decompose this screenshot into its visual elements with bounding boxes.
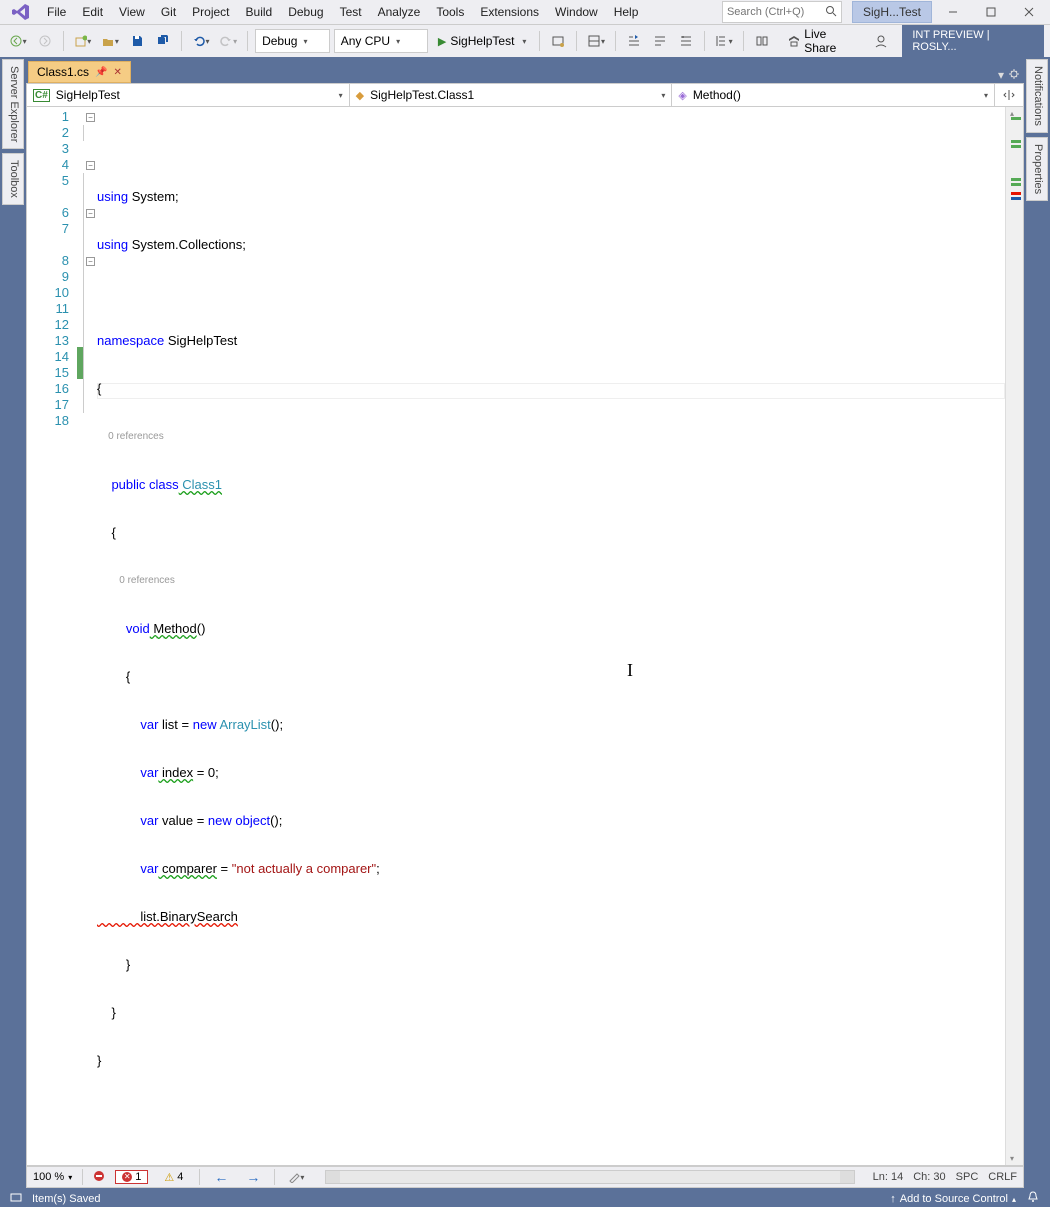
warning-count[interactable]: ⚠4 bbox=[158, 1171, 189, 1184]
nav-prev-issue[interactable]: ← bbox=[210, 1169, 232, 1185]
status-mode-icon bbox=[10, 1191, 22, 1206]
menu-bar: File Edit View Git Project Build Debug T… bbox=[0, 0, 1050, 24]
open-button[interactable]: ▾ bbox=[98, 29, 122, 53]
split-editor-button[interactable] bbox=[995, 84, 1023, 106]
notifications-bell-icon[interactable] bbox=[1026, 1190, 1040, 1207]
close-tab-icon[interactable]: ✕ bbox=[113, 67, 121, 78]
line-indicator[interactable]: Ln: 14 bbox=[873, 1171, 904, 1183]
solution-title: SigH...Test bbox=[852, 1, 932, 23]
horizontal-scrollbar[interactable] bbox=[325, 1170, 854, 1184]
status-bar: Item(s) Saved ↑Add to Source Control▴ bbox=[0, 1190, 1050, 1207]
nav-next-issue[interactable]: → bbox=[242, 1169, 264, 1185]
zoom-combo[interactable]: 100 %▾ bbox=[33, 1171, 72, 1183]
nav-back-button[interactable]: ▾ bbox=[6, 29, 30, 53]
search-icon[interactable] bbox=[825, 5, 837, 20]
feedback-button[interactable] bbox=[870, 29, 892, 53]
search-box[interactable] bbox=[722, 1, 842, 23]
menu-file[interactable]: File bbox=[40, 1, 73, 23]
nav-member-label: Method() bbox=[693, 88, 741, 102]
redo-button[interactable]: ▾ bbox=[216, 29, 240, 53]
file-tab-row: Class1.cs 📌 ✕ ▾ bbox=[26, 59, 1024, 83]
menu-git[interactable]: Git bbox=[154, 1, 183, 23]
start-debug-button[interactable]: ▶SigHelpTest▾ bbox=[432, 29, 533, 53]
new-project-button[interactable]: ▾ bbox=[71, 29, 95, 53]
pen-icon[interactable]: ▾ bbox=[285, 1165, 307, 1189]
properties-tab[interactable]: Properties bbox=[1026, 137, 1048, 201]
menu-analyze[interactable]: Analyze bbox=[371, 1, 428, 23]
undo-button[interactable]: ▾ bbox=[189, 29, 213, 53]
left-side-tabs: Server Explorer Toolbox bbox=[0, 57, 26, 1190]
outlining-margin[interactable]: − − − − bbox=[83, 107, 97, 1165]
main-toolbar: ▾ ▾ ▾ ▾ ▾ Debug▾ Any CPU▾ ▶SigHelpTest▾ … bbox=[0, 24, 1050, 57]
code-editor[interactable]: 12345 67 89101112131415161718 − − − − us… bbox=[26, 107, 1024, 1166]
nav-fwd-button[interactable] bbox=[34, 29, 56, 53]
line-numbers: 12345 67 89101112131415161718 bbox=[27, 107, 77, 1165]
menu-project[interactable]: Project bbox=[185, 1, 236, 23]
file-tab-label: Class1.cs bbox=[37, 65, 89, 79]
file-tab-class1[interactable]: Class1.cs 📌 ✕ bbox=[28, 61, 131, 83]
vs-logo-icon bbox=[10, 1, 32, 23]
platform-combo[interactable]: Any CPU▾ bbox=[334, 29, 428, 53]
maximize-button[interactable] bbox=[974, 0, 1008, 24]
class-icon: ◆ bbox=[356, 89, 364, 102]
menu-extensions[interactable]: Extensions bbox=[473, 1, 546, 23]
nav-type-label: SigHelpTest.Class1 bbox=[370, 88, 474, 102]
save-all-button[interactable] bbox=[152, 29, 174, 53]
editor-area: Class1.cs 📌 ✕ ▾ C# SigHelpTest ▾ ◆ SigHe… bbox=[26, 59, 1024, 1188]
toolbar-btn-5[interactable] bbox=[675, 29, 697, 53]
close-button[interactable] bbox=[1012, 0, 1046, 24]
col-indicator[interactable]: Ch: 30 bbox=[913, 1171, 945, 1183]
error-count[interactable]: ✕1 bbox=[115, 1170, 148, 1184]
menu-view[interactable]: View bbox=[112, 1, 152, 23]
health-icon[interactable] bbox=[93, 1170, 105, 1185]
menu-help[interactable]: Help bbox=[607, 1, 646, 23]
document-well: Server Explorer Toolbox Class1.cs 📌 ✕ ▾ … bbox=[0, 57, 1050, 1190]
navigation-bar: C# SigHelpTest ▾ ◆ SigHelpTest.Class1 ▾ … bbox=[26, 83, 1024, 107]
notifications-tab[interactable]: Notifications bbox=[1026, 59, 1048, 133]
method-icon: ◈ bbox=[678, 89, 686, 102]
tab-gear-icon[interactable] bbox=[1008, 68, 1020, 83]
toolbar-btn-7[interactable] bbox=[751, 29, 773, 53]
pin-icon[interactable]: 📌 bbox=[95, 67, 107, 78]
menu-debug[interactable]: Debug bbox=[281, 1, 330, 23]
eol-indicator[interactable]: CRLF bbox=[988, 1171, 1017, 1183]
toolbar-btn-2[interactable]: ▾ bbox=[584, 29, 608, 53]
toolbar-btn-4[interactable] bbox=[649, 29, 671, 53]
nav-type-combo[interactable]: ◆ SigHelpTest.Class1 ▾ bbox=[350, 84, 673, 106]
status-message: Item(s) Saved bbox=[32, 1193, 100, 1205]
tab-dropdown-icon[interactable]: ▾ bbox=[998, 68, 1004, 83]
menu-tools[interactable]: Tools bbox=[429, 1, 471, 23]
search-input[interactable] bbox=[727, 6, 825, 18]
toolbar-btn-6[interactable]: ▾ bbox=[712, 29, 736, 53]
live-share-button[interactable]: Live Share bbox=[781, 27, 867, 55]
toolbar-btn-3[interactable] bbox=[623, 29, 645, 53]
source-control-button[interactable]: ↑Add to Source Control▴ bbox=[890, 1193, 1016, 1205]
menu-test[interactable]: Test bbox=[333, 1, 369, 23]
minimize-button[interactable] bbox=[936, 0, 970, 24]
menu-edit[interactable]: Edit bbox=[75, 1, 110, 23]
editor-status-bar: 100 %▾ ✕1 ⚠4 ← → ▾ Ln: 14 Ch: 30 SPC CRL… bbox=[26, 1166, 1024, 1188]
menu-build[interactable]: Build bbox=[239, 1, 280, 23]
config-combo[interactable]: Debug▾ bbox=[255, 29, 330, 53]
nav-member-combo[interactable]: ◈ Method() ▾ bbox=[672, 84, 995, 106]
nav-project-combo[interactable]: C# SigHelpTest ▾ bbox=[27, 84, 350, 106]
nav-project-label: SigHelpTest bbox=[56, 88, 120, 102]
vertical-scrollbar[interactable]: ▴ ▾ bbox=[1005, 107, 1023, 1165]
right-side-tabs: Notifications Properties bbox=[1024, 57, 1050, 1190]
toolbar-btn-1[interactable] bbox=[547, 29, 569, 53]
preview-badge[interactable]: INT PREVIEW | ROSLY... bbox=[902, 25, 1044, 57]
toolbox-tab[interactable]: Toolbox bbox=[2, 153, 24, 205]
menu-window[interactable]: Window bbox=[548, 1, 605, 23]
code-text[interactable]: using System; using System.Collections; … bbox=[97, 107, 1005, 1165]
server-explorer-tab[interactable]: Server Explorer bbox=[2, 59, 24, 149]
csharp-project-icon: C# bbox=[33, 89, 50, 102]
save-button[interactable] bbox=[126, 29, 148, 53]
indent-indicator[interactable]: SPC bbox=[956, 1171, 979, 1183]
